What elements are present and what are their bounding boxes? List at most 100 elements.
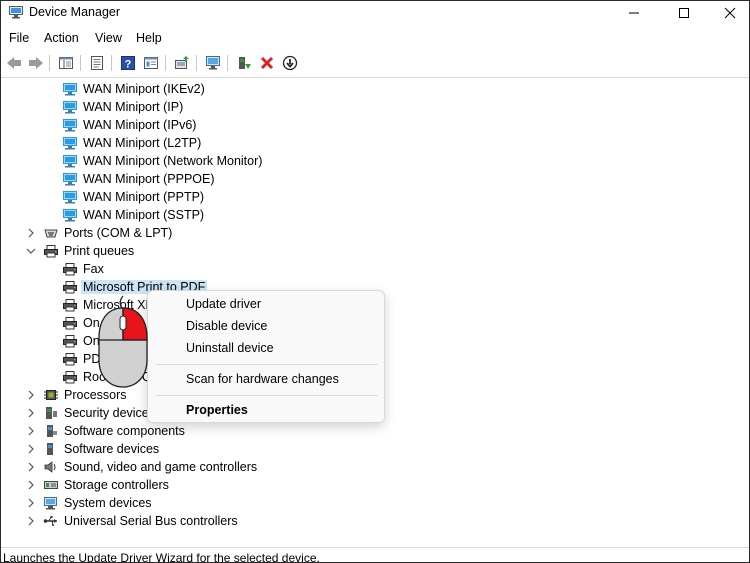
software-component-icon <box>43 424 59 438</box>
device-manager-window: Device Manager File Action View Help ? W… <box>0 0 750 563</box>
maximize-button[interactable] <box>661 1 707 25</box>
tree-item-ports[interactable]: Ports (COM & LPT) <box>1 224 701 242</box>
enable-device-icon <box>239 57 251 69</box>
network-adapter-icon <box>62 190 78 204</box>
tree-item-storage-controllers[interactable]: Storage controllers <box>1 476 701 494</box>
tree-item-label: WAN Miniport (Network Monitor) <box>83 154 263 168</box>
tree-item-wan-ipv6[interactable]: WAN Miniport (IPv6) <box>1 116 701 134</box>
tree-item-wan-l2tp[interactable]: WAN Miniport (L2TP) <box>1 134 701 152</box>
tree-item-software-components[interactable]: Software components <box>1 422 701 440</box>
tree-item-label: WAN Miniport (L2TP) <box>83 136 202 150</box>
chevron-right-icon[interactable] <box>25 515 37 527</box>
scan-hardware-button[interactable] <box>203 53 223 73</box>
tree-item-usb-controllers[interactable]: Universal Serial Bus controllers <box>1 512 701 530</box>
tree-item-label: WAN Miniport (PPPOE) <box>83 172 215 186</box>
tree-item-software-devices[interactable]: Software devices <box>1 440 701 458</box>
toolbar-separator <box>111 55 112 71</box>
show-hide-console-tree-icon <box>59 57 73 69</box>
context-menu: Update driver Disable device Uninstall d… <box>147 290 385 423</box>
printer-icon <box>62 316 78 330</box>
printer-icon <box>62 298 78 312</box>
toolbar-separator <box>80 55 81 71</box>
menu-separator <box>156 395 378 396</box>
network-adapter-icon <box>62 100 78 114</box>
tree-item-label: Processors <box>64 388 127 402</box>
chevron-right-icon[interactable] <box>25 425 37 437</box>
tree-item-wan-ikev2[interactable]: WAN Miniport (IKEv2) <box>1 80 701 98</box>
tree-item-system-devices[interactable]: System devices <box>1 494 701 512</box>
mouse-right-click-icon <box>98 294 148 389</box>
printer-icon <box>62 370 78 384</box>
menu-action[interactable]: Action <box>44 31 79 45</box>
chevron-right-icon[interactable] <box>25 407 37 419</box>
update-driver-menu-item[interactable]: Update driver <box>186 297 261 311</box>
network-adapter-icon <box>62 172 78 186</box>
tree-item-wan-network-monitor[interactable]: WAN Miniport (Network Monitor) <box>1 152 701 170</box>
printer-icon <box>62 262 78 276</box>
device-properties-icon <box>144 57 158 69</box>
printer-icon <box>62 352 78 366</box>
tree-item-wan-sstp[interactable]: WAN Miniport (SSTP) <box>1 206 701 224</box>
update-driver-icon <box>175 56 189 69</box>
device-manager-app-icon <box>9 6 23 19</box>
software-device-icon <box>43 442 59 456</box>
chevron-right-icon[interactable] <box>25 461 37 473</box>
chevron-right-icon[interactable] <box>25 389 37 401</box>
uninstall-device-menu-item[interactable]: Uninstall device <box>186 341 274 355</box>
uninstall-device-button[interactable] <box>257 53 277 73</box>
port-icon <box>43 226 59 240</box>
update-driver-button[interactable] <box>172 53 192 73</box>
maximize-icon <box>679 8 689 18</box>
help-icon: ? <box>121 56 135 71</box>
tree-item-sound-video-game-controllers[interactable]: Sound, video and game controllers <box>1 458 701 476</box>
menu-bar: File Action View Help <box>1 29 749 49</box>
chevron-right-icon[interactable] <box>25 497 37 509</box>
properties-menu-item[interactable]: Properties <box>186 403 248 417</box>
scan-hardware-icon <box>206 56 220 70</box>
toolbar-separator <box>196 55 197 71</box>
storage-controller-icon <box>43 478 59 492</box>
menu-view[interactable]: View <box>95 31 122 45</box>
tree-item-label: Ports (COM & LPT) <box>64 226 173 240</box>
printer-icon <box>62 280 78 294</box>
show-hide-console-tree-button[interactable] <box>56 53 76 73</box>
processor-icon <box>43 388 59 402</box>
tree-item-wan-ip[interactable]: WAN Miniport (IP) <box>1 98 701 116</box>
toolbar-separator <box>165 55 166 71</box>
tree-item-label: WAN Miniport (SSTP) <box>83 208 205 222</box>
chevron-right-icon[interactable] <box>25 227 37 239</box>
scan-hardware-menu-item[interactable]: Scan for hardware changes <box>186 372 339 386</box>
tree-item-label: Print queues <box>64 244 135 258</box>
minimize-button[interactable] <box>611 1 657 25</box>
status-text: Launches the Update Driver Wizard for th… <box>3 551 320 563</box>
menu-file[interactable]: File <box>9 31 29 45</box>
tree-item-label: WAN Miniport (IKEv2) <box>83 82 205 96</box>
usb-icon <box>43 514 59 528</box>
network-adapter-icon <box>62 208 78 222</box>
chevron-down-icon[interactable] <box>25 245 37 257</box>
help-button[interactable]: ? <box>118 53 138 73</box>
printer-icon <box>43 244 59 258</box>
menu-help[interactable]: Help <box>136 31 162 45</box>
forward-button[interactable] <box>26 53 46 73</box>
toolbar-separator <box>49 55 50 71</box>
network-adapter-icon <box>62 154 78 168</box>
properties-sheet-button[interactable] <box>87 53 107 73</box>
tree-item-label: Software devices <box>64 442 160 456</box>
back-button[interactable] <box>4 53 24 73</box>
close-button[interactable] <box>707 1 749 25</box>
device-properties-button[interactable] <box>141 53 161 73</box>
uninstall-device-icon <box>260 56 274 70</box>
tree-item-label: System devices <box>64 496 152 510</box>
tree-item-wan-pppoe[interactable]: WAN Miniport (PPPOE) <box>1 170 701 188</box>
system-device-icon <box>43 496 59 510</box>
tree-item-wan-pptp[interactable]: WAN Miniport (PPTP) <box>1 188 701 206</box>
enable-device-button[interactable] <box>234 53 254 73</box>
chevron-right-icon[interactable] <box>25 443 37 455</box>
rollback-driver-button[interactable] <box>280 53 300 73</box>
disable-device-menu-item[interactable]: Disable device <box>186 319 267 333</box>
tree-item-fax[interactable]: Fax <box>1 260 701 278</box>
chevron-right-icon[interactable] <box>25 479 37 491</box>
close-icon <box>724 7 736 19</box>
tree-item-print-queues[interactable]: Print queues <box>1 242 701 260</box>
